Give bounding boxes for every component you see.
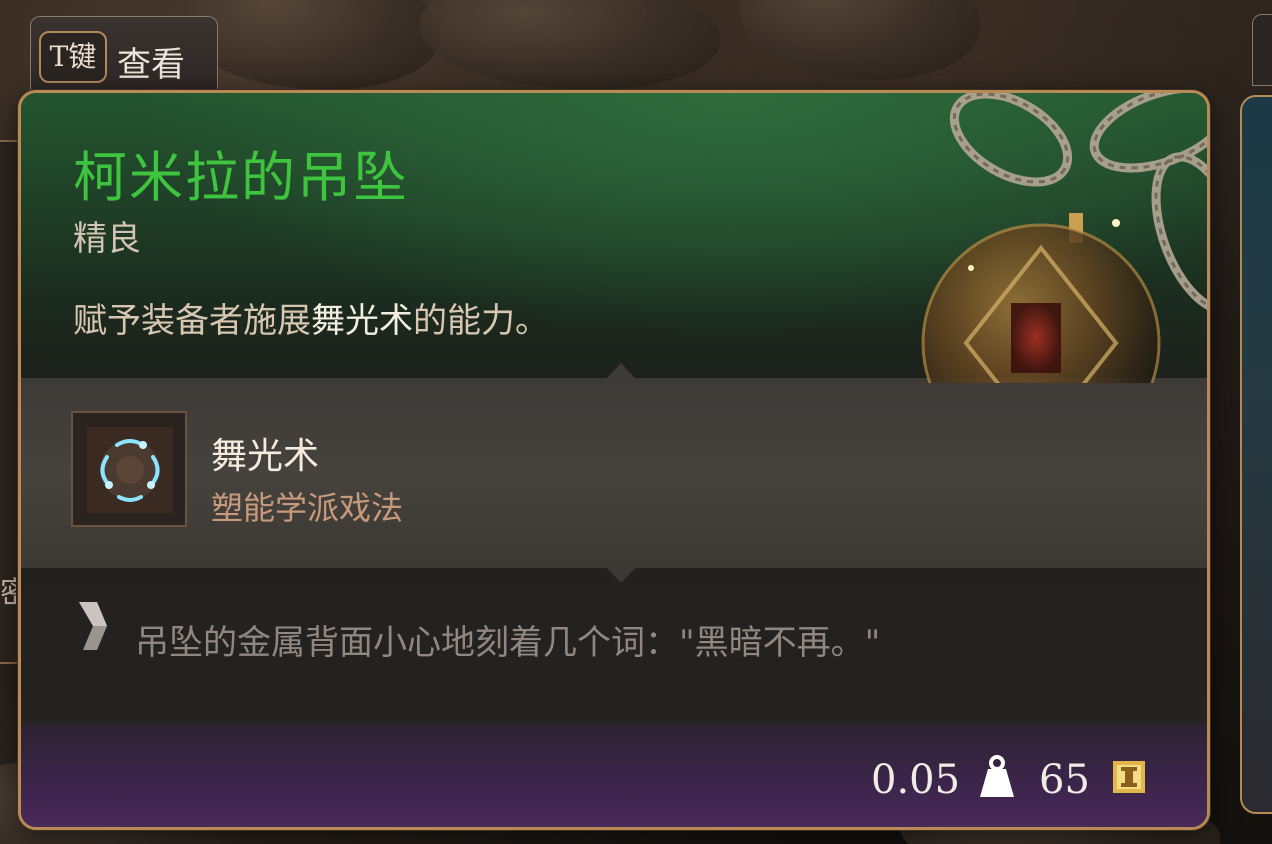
chevron-quote-icon [79, 602, 107, 650]
item-name: 柯米拉的吊坠 [73, 146, 409, 209]
weight-icon [980, 755, 1014, 797]
spell-school: 塑能学派戏法 [211, 489, 404, 527]
left-panel-clipped-text: 密 [0, 576, 16, 611]
background-rock [180, 0, 440, 90]
right-side-panel [1240, 95, 1272, 814]
footer-section [21, 723, 1207, 827]
spell-section [21, 378, 1207, 568]
pendant-icon [921, 93, 1207, 383]
item-tooltip: 柯米拉的吊坠 精良 赋予装备者施展舞光术的能力。 舞光术 塑能学派戏法 吊坠的金… [18, 90, 1210, 830]
weight-value: 0.05 [871, 757, 961, 803]
description-prefix: 赋予装备者施展 [73, 301, 311, 341]
background-rock [420, 0, 720, 90]
right-panel-tab[interactable] [1252, 14, 1272, 86]
section-divider-notch [607, 363, 635, 378]
item-rarity: 精良 [73, 219, 141, 259]
dancing-lights-icon [87, 427, 173, 513]
spell-link[interactable]: 舞光术 [311, 301, 413, 341]
section-divider-notch [607, 568, 635, 583]
flavor-text: 吊坠的金属背面小心地刻着几个词："黑暗不再。" [135, 623, 881, 663]
item-description: 赋予装备者施展舞光术的能力。 [73, 293, 549, 342]
background-rock [740, 0, 980, 80]
view-label: 查看 [117, 45, 185, 85]
gold-coin-icon [1113, 761, 1145, 793]
spell-icon-frame[interactable] [71, 411, 187, 527]
spell-name: 舞光术 [211, 436, 320, 477]
description-suffix: 的能力。 [413, 301, 549, 341]
t-key-hint: T键 [39, 31, 107, 83]
game-screen: 密 T键 查看 柯米拉的吊坠 精良 赋予装备者施展舞光术的能力。 舞光术 塑能学… [0, 0, 1272, 844]
price-value: 65 [1039, 757, 1090, 803]
